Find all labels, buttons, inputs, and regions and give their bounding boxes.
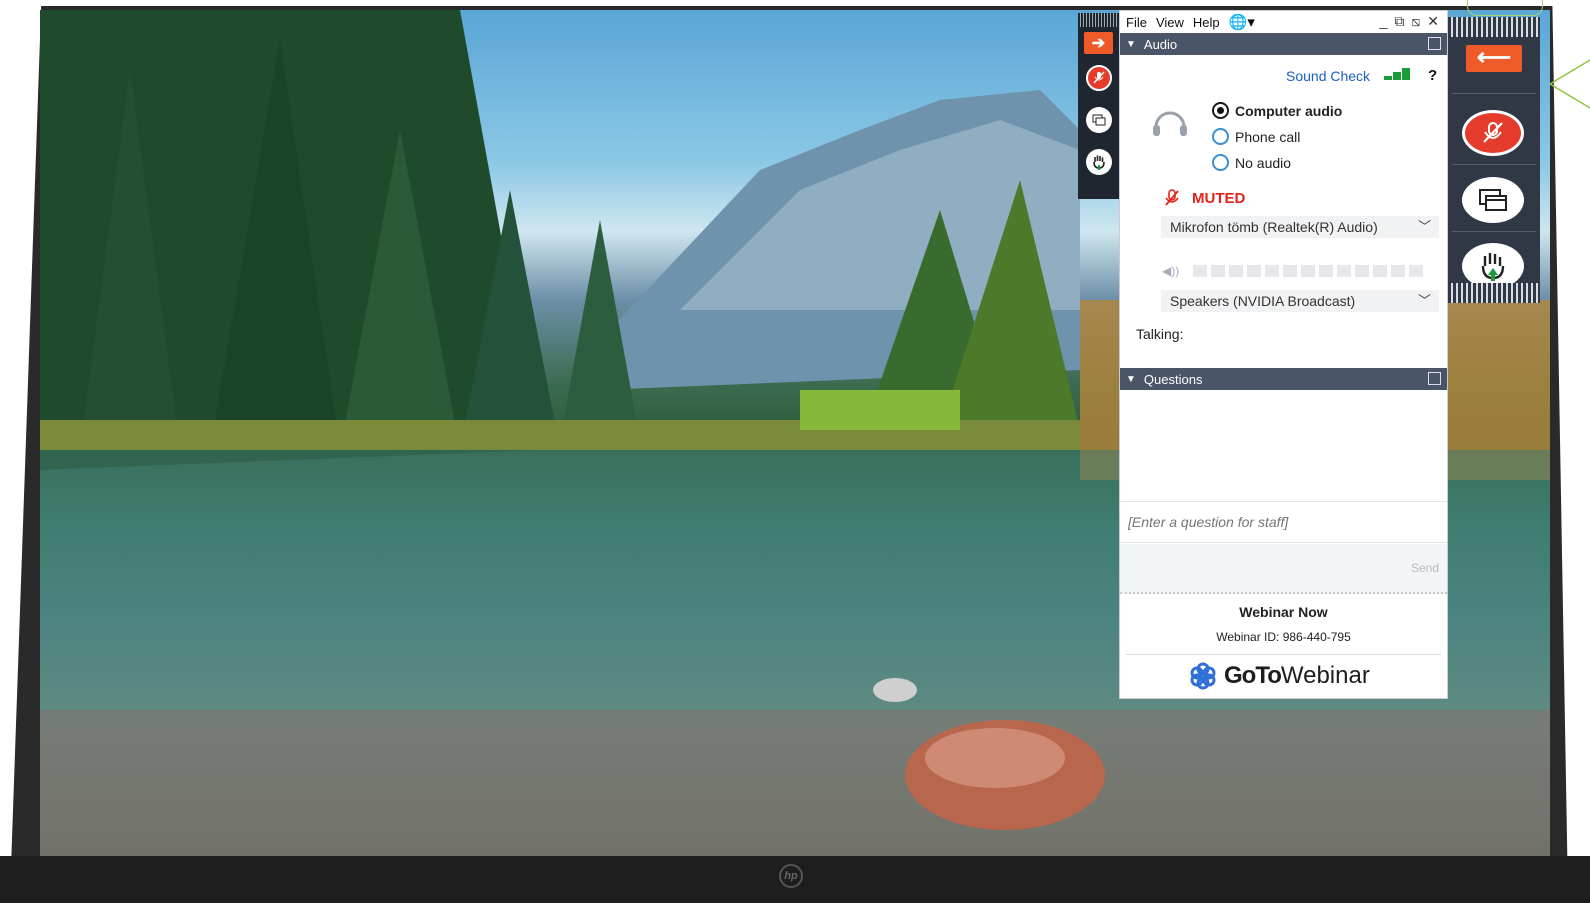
- phone-call-label: Phone call: [1235, 128, 1301, 145]
- tab-screen-button[interactable]: [1462, 177, 1524, 223]
- audio-header-label: Audio: [1143, 36, 1178, 52]
- microphone-value: Mikrofon tömb (Realtek(R) Audio): [1170, 219, 1378, 235]
- tab-separator: [1452, 164, 1536, 165]
- grab-tab-grip-bottom[interactable]: [1448, 283, 1540, 303]
- tab-separator: [1452, 93, 1536, 94]
- expand-panel-button[interactable]: ⟵: [1466, 45, 1522, 72]
- raise-hand-icon: [1481, 253, 1505, 281]
- send-area: Send: [1120, 544, 1447, 594]
- questions-section-header[interactable]: ▼ Questions: [1120, 368, 1447, 390]
- screen-share-icon: [1092, 114, 1106, 126]
- gotowebinar-logo: GoToWebinar: [1188, 661, 1370, 691]
- screen-share-icon: [1479, 189, 1507, 211]
- goto-control-panel: File View Help 🌐▾ _ ⧉ ⧅ ✕ ▼ Audio Sound …: [1119, 10, 1448, 699]
- close-icon[interactable]: ✕: [1427, 13, 1439, 30]
- microphone-muted-icon: [1165, 189, 1179, 206]
- grab-tab-grip-top[interactable]: [1448, 17, 1540, 37]
- computer-audio-option[interactable]: Computer audio: [1212, 102, 1342, 119]
- strip-screen-button[interactable]: [1086, 107, 1112, 133]
- audio-section-header[interactable]: ▼ Audio: [1120, 33, 1447, 55]
- menu-view[interactable]: View: [1156, 15, 1184, 30]
- footer-divider: [1126, 654, 1441, 655]
- webinar-title: Webinar Now: [1239, 604, 1328, 620]
- strip-grip[interactable]: [1078, 13, 1119, 27]
- tab-mute-button[interactable]: [1462, 110, 1524, 156]
- strip-raise-hand-button[interactable]: [1086, 149, 1112, 175]
- slide-arrow-decoration: [1548, 59, 1590, 109]
- headset-icon: [1153, 111, 1187, 136]
- floating-grab-tab: ⟵: [1448, 17, 1540, 303]
- speaker-level-meter: ◀)): [1162, 264, 1424, 278]
- webinar-id: Webinar ID: 986-440-795: [1216, 630, 1351, 644]
- computer-audio-label: Computer audio: [1235, 102, 1343, 119]
- questions-popout-icon[interactable]: [1428, 372, 1441, 385]
- questions-log: [1120, 390, 1447, 500]
- muted-status[interactable]: MUTED: [1164, 189, 1245, 207]
- brand-goto: GoTo: [1224, 662, 1282, 689]
- computer-audio-radio[interactable]: [1212, 102, 1229, 119]
- hp-logo-icon: hp: [779, 864, 803, 888]
- window-controls: _ ⧉ ⧅ ✕: [1380, 13, 1439, 30]
- send-button[interactable]: Send: [1411, 561, 1439, 575]
- strip-mute-button[interactable]: [1086, 65, 1112, 91]
- raise-hand-icon: [1093, 155, 1105, 170]
- menu-file[interactable]: File: [1126, 15, 1147, 30]
- no-audio-label: No audio: [1235, 154, 1292, 171]
- restore-icon[interactable]: ⧉: [1394, 13, 1404, 30]
- question-input[interactable]: [1120, 501, 1447, 543]
- microphone-muted-icon: [1483, 122, 1503, 143]
- brand-webinar: Webinar: [1280, 662, 1370, 689]
- phone-call-radio[interactable]: [1212, 128, 1229, 145]
- microphone-muted-icon: [1093, 71, 1105, 84]
- panel-side-strip: ➔: [1078, 13, 1119, 199]
- gotowebinar-flower-icon: [1190, 662, 1216, 690]
- collapse-triangle-icon: ▼: [1126, 373, 1136, 385]
- audio-help-button[interactable]: ?: [1428, 67, 1437, 84]
- minimize-icon[interactable]: _: [1380, 13, 1388, 30]
- language-globe-icon[interactable]: 🌐▾: [1229, 13, 1255, 31]
- menu-help[interactable]: Help: [1193, 15, 1220, 30]
- speaker-select[interactable]: Speakers (NVIDIA Broadcast) ﹀: [1161, 290, 1439, 312]
- talking-label: Talking:: [1136, 326, 1184, 342]
- tab-separator: [1452, 231, 1536, 232]
- collapse-panel-button[interactable]: ➔: [1084, 32, 1113, 54]
- chevron-down-icon: ﹀: [1417, 293, 1431, 308]
- signal-strength-icon: [1384, 68, 1410, 80]
- popout-icon[interactable]: ⧅: [1411, 13, 1420, 30]
- questions-header-label: Questions: [1143, 371, 1203, 387]
- muted-label: MUTED: [1192, 189, 1246, 207]
- phone-call-option[interactable]: Phone call: [1212, 128, 1300, 145]
- microphone-select[interactable]: Mikrofon tömb (Realtek(R) Audio) ﹀: [1161, 216, 1439, 238]
- audio-popout-icon[interactable]: [1428, 37, 1441, 50]
- no-audio-radio[interactable]: [1212, 154, 1229, 171]
- sound-check-link[interactable]: Sound Check: [1286, 68, 1370, 84]
- speaker-value: Speakers (NVIDIA Broadcast): [1170, 293, 1356, 309]
- slide-corner-decoration: [1467, 0, 1543, 16]
- chevron-down-icon: ﹀: [1417, 219, 1431, 234]
- no-audio-option[interactable]: No audio: [1212, 154, 1291, 171]
- collapse-triangle-icon: ▼: [1126, 38, 1136, 50]
- speaker-icon: ◀)): [1162, 264, 1180, 278]
